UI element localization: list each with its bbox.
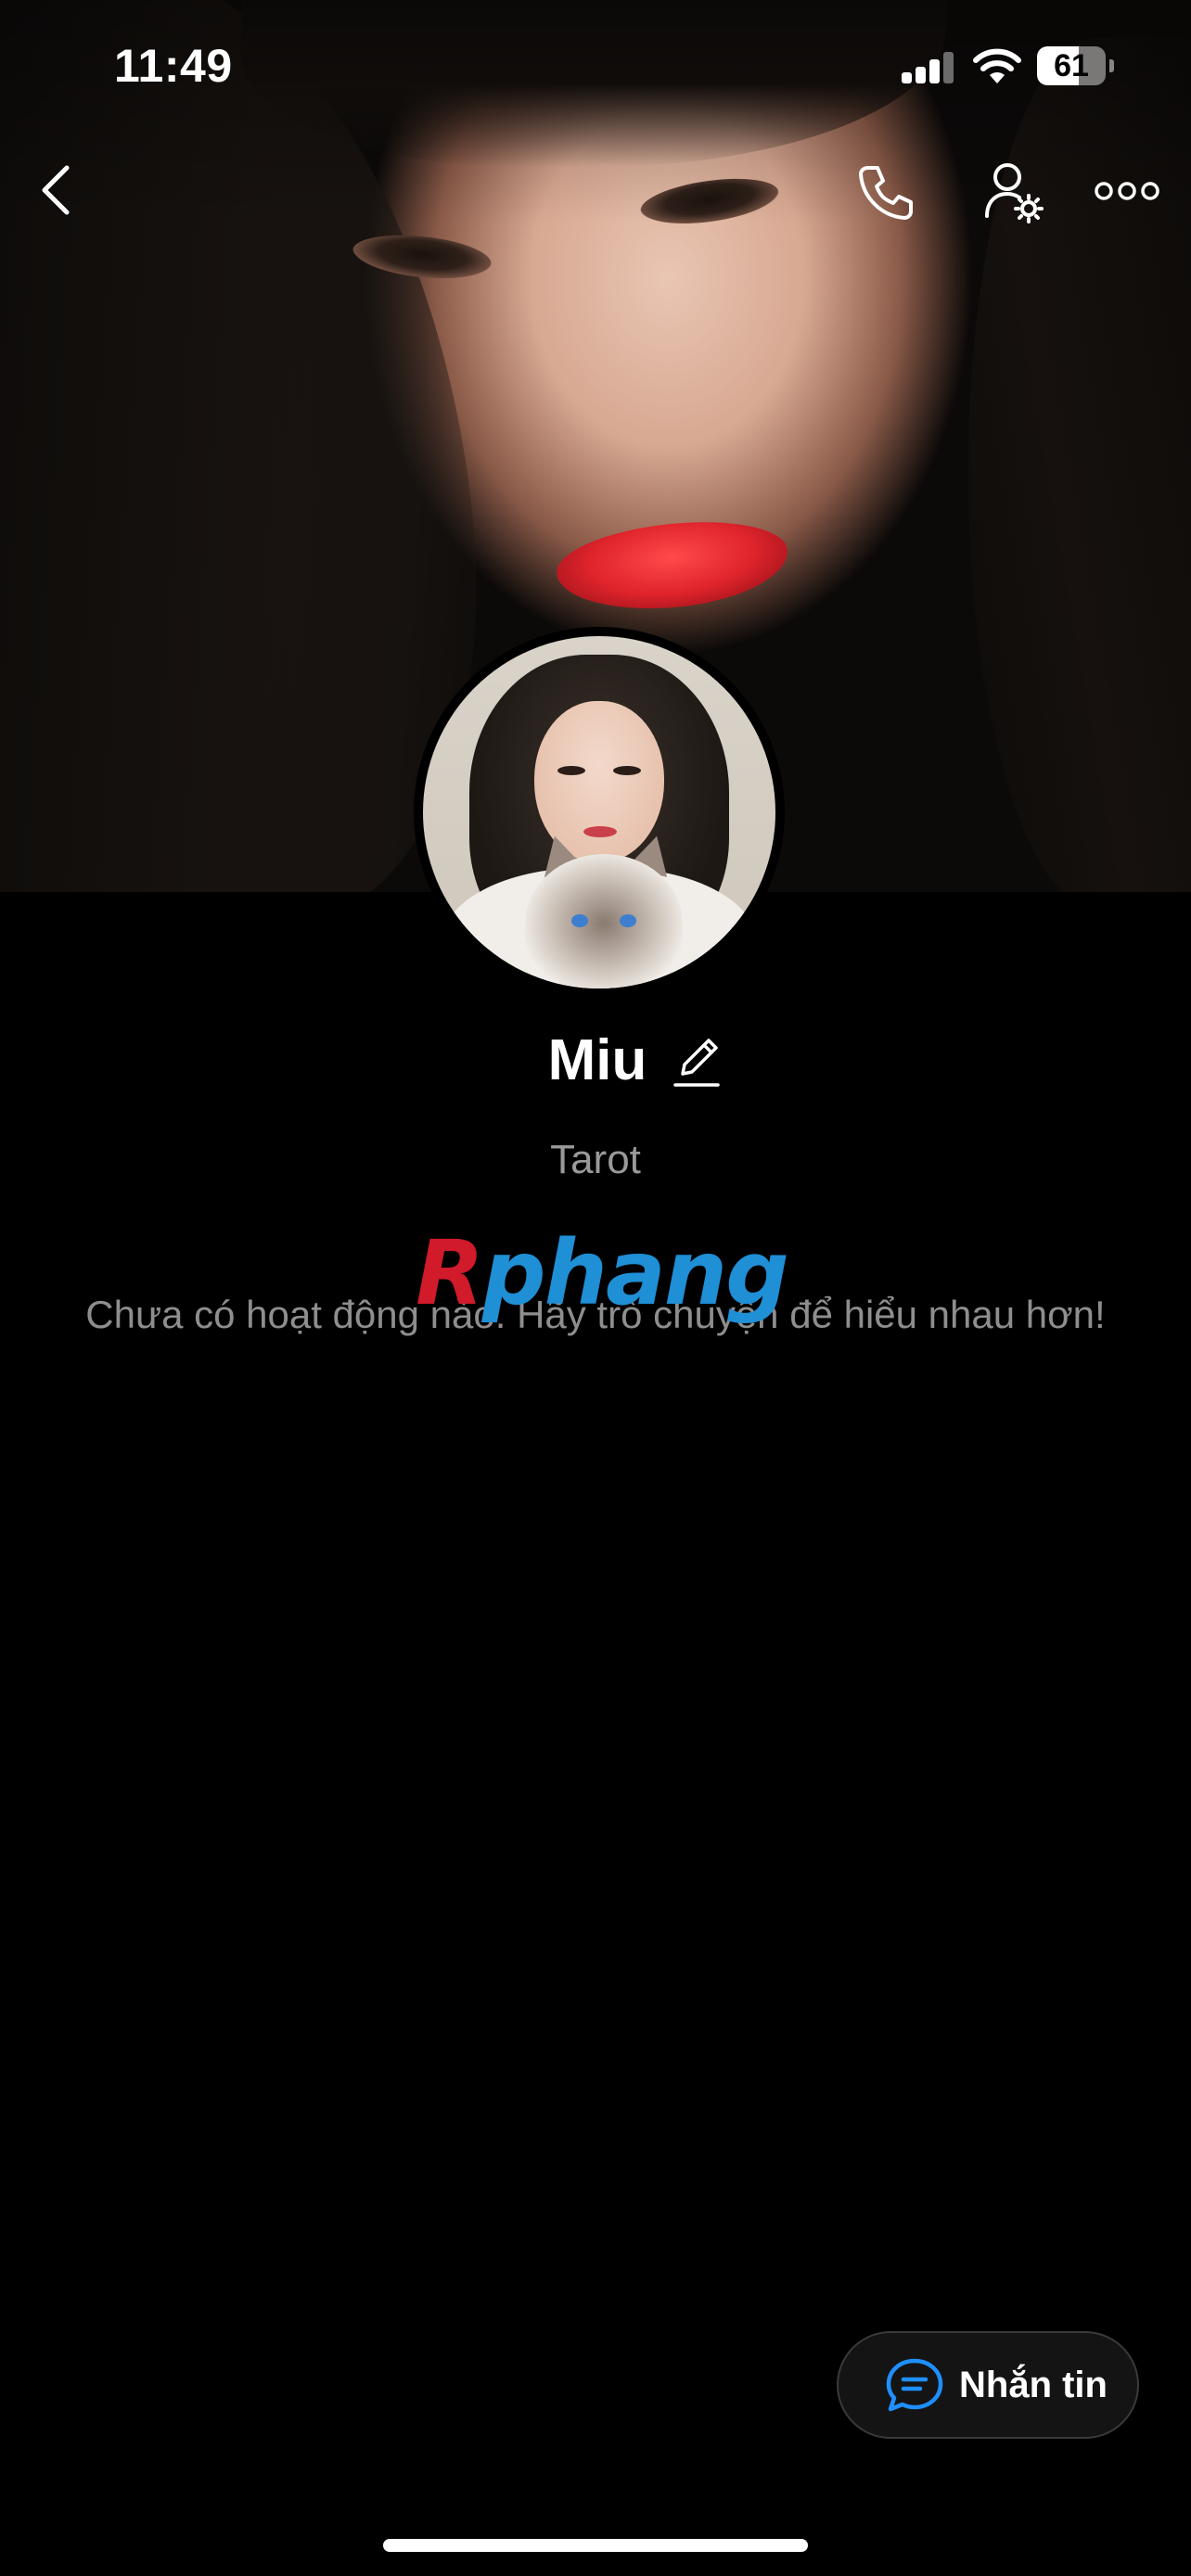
status-time: 11:49 [114,40,233,92]
message-button[interactable]: Nhắn tin [837,2331,1139,2439]
profile-avatar[interactable] [414,627,785,998]
profile-name: Miu [547,1028,647,1092]
more-horizontal-icon [1095,182,1159,200]
edit-name-button[interactable] [667,1028,726,1093]
battery-icon: 61 [1037,46,1115,85]
watermark-part-b: phang [481,1221,789,1325]
chat-bubble-icon [885,2357,944,2413]
battery-level: 61 [1054,48,1089,83]
profile-bio: Tarot [550,1137,641,1182]
user-gear-icon [985,163,1044,223]
call-button[interactable] [846,156,926,230]
cellular-signal-icon [902,52,955,83]
message-label: Nhắn tin [959,2364,1108,2405]
watermark-logo: Rphang [416,1221,789,1325]
home-indicator[interactable] [383,2539,808,2552]
status-bar: 11:49 61 [0,0,1191,130]
profile-settings-button[interactable] [972,154,1056,232]
more-button[interactable] [1085,163,1169,219]
avatar-image [423,636,775,988]
pencil-icon [673,1038,721,1087]
chevron-left-icon [42,165,70,215]
cover-lips [552,512,793,619]
wifi-icon [972,46,1022,85]
back-button[interactable] [19,148,93,232]
watermark-part-a: R [416,1221,484,1325]
name-row: Miu [0,1027,1191,1093]
phone-icon [859,166,913,220]
